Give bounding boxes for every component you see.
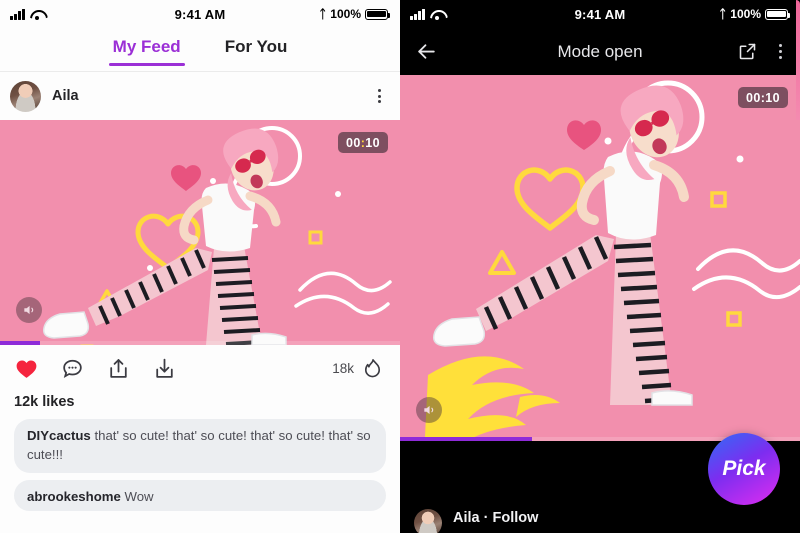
right-status-bar: 9:41 AM ᛏ 100% — [400, 0, 800, 28]
author-follow-label[interactable]: Aila · Follow — [453, 510, 538, 526]
share-glyph — [739, 43, 756, 60]
battery-icon — [765, 8, 791, 20]
comment-username[interactable]: DIYcactus — [27, 428, 91, 443]
battery-percent-label: 100% — [330, 7, 361, 21]
nav-actions — [737, 39, 787, 63]
fire-count-label: 18k — [332, 360, 354, 376]
likes-count-label: 12k likes — [14, 394, 75, 410]
download-icon[interactable] — [152, 356, 177, 381]
post-media[interactable]: 00:10 — [0, 120, 400, 345]
battery-icon — [365, 8, 391, 20]
timer-minutes: 00 — [745, 90, 761, 105]
tab-for-you[interactable]: For You — [223, 33, 290, 66]
list-item[interactable]: DIYcactus that' so cute! that' so cute! … — [14, 419, 386, 474]
timer-minutes: 00 — [345, 135, 361, 150]
feed-tab-bar: My Feed For You — [0, 28, 400, 72]
comment-glyph — [63, 359, 82, 378]
speaker-glyph — [424, 405, 434, 415]
left-phone-feed-screen: 9:41 AM ᛏ 100% My Feed For You Aila 00:1… — [0, 0, 400, 533]
timer-seconds: 10 — [365, 135, 380, 150]
dual-phone-mockup: 9:41 AM ᛏ 100% My Feed For You Aila 00:1… — [0, 0, 800, 533]
tab-my-feed[interactable]: My Feed — [108, 33, 185, 66]
comment-bubble-icon[interactable] — [60, 356, 85, 381]
comment-text: Wow — [124, 489, 154, 505]
video-timer-badge: 00:10 — [737, 87, 788, 108]
video-nav-bar: Mode open — [400, 28, 800, 75]
comment-username[interactable]: abrookeshome — [27, 489, 121, 504]
arrow-left-icon[interactable] — [414, 39, 439, 64]
dancer-illustration — [400, 75, 800, 441]
share-upload-icon[interactable] — [106, 356, 131, 381]
comments-list: DIYcactus that' so cute! that' so cute! … — [0, 410, 400, 512]
back-glyph — [418, 44, 435, 59]
speaker-mute-icon[interactable] — [16, 297, 42, 323]
pick-button[interactable]: Pick — [708, 433, 780, 505]
post-action-bar: 18k — [0, 345, 400, 391]
video-progress-bar[interactable] — [0, 341, 400, 345]
dancer-illustration — [0, 120, 400, 345]
post-username[interactable]: Aila — [52, 88, 79, 104]
flame-icon — [364, 358, 381, 377]
phone-frame-edge — [796, 0, 800, 120]
bluetooth-icon: ᛏ — [319, 7, 327, 21]
video-author-bar: Aila · Follow — [400, 503, 800, 533]
list-item[interactable]: abrookeshome Wow — [14, 480, 386, 512]
status-right-icons: ᛏ 100% — [719, 7, 791, 21]
heart-glyph — [16, 359, 37, 378]
bluetooth-icon: ᛏ — [719, 7, 727, 21]
fire-reaction[interactable]: 18k — [332, 357, 384, 380]
video-player[interactable]: 00:10 — [400, 75, 800, 441]
download-glyph — [156, 358, 173, 378]
battery-percent-label: 100% — [730, 7, 761, 21]
right-phone-video-screen: 9:41 AM ᛏ 100% Mode open 00:10 Pick Aila… — [400, 0, 800, 533]
video-timer-badge: 00:10 — [337, 132, 388, 153]
more-vertical-icon[interactable] — [774, 39, 787, 63]
heart-icon[interactable] — [14, 356, 39, 381]
post-header: Aila — [0, 72, 400, 120]
speaker-mute-icon[interactable] — [416, 397, 442, 423]
more-vertical-icon[interactable] — [373, 84, 386, 108]
external-link-icon[interactable] — [737, 41, 758, 62]
speaker-glyph — [24, 305, 34, 315]
left-status-bar: 9:41 AM ᛏ 100% — [0, 0, 400, 28]
timer-seconds: 10 — [765, 90, 780, 105]
share-glyph — [110, 358, 127, 378]
status-right-icons: ᛏ 100% — [319, 7, 391, 21]
avatar[interactable] — [414, 509, 442, 533]
avatar[interactable] — [10, 80, 41, 112]
